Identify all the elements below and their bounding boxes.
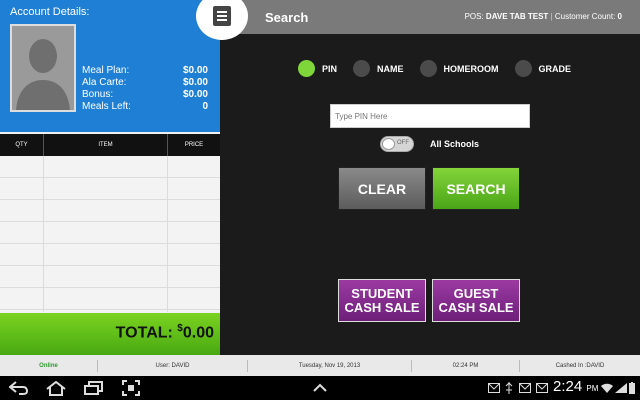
search-panel: PIN NAME HOMEROOM GRADE OFF All Schools … — [220, 34, 640, 355]
radio-pin[interactable]: PIN — [298, 60, 337, 77]
item-header: ITEM — [44, 134, 168, 156]
pin-search-input[interactable] — [330, 104, 530, 128]
radio-homeroom-label: HOMEROOM — [443, 63, 499, 74]
student-photo-placeholder-icon — [10, 24, 76, 112]
document-list-icon — [213, 6, 231, 26]
battery-icon — [628, 379, 636, 397]
all-schools-label: All Schools — [430, 139, 480, 149]
app-status-bar: Online User: DAVID Tuesday, Nov 19, 2013… — [0, 355, 640, 376]
top-bar: Search POS: DAVE TAB TEST | Customer Cou… — [220, 0, 640, 34]
meal-plan-value: $0.00 — [182, 65, 208, 76]
guest-cash-sale-line2: CASH SALE — [438, 299, 514, 315]
total-bar: TOTAL: $0.00 — [0, 313, 220, 355]
meals-left-row: Meals Left: 0 — [82, 101, 208, 113]
clock-time: 2:24 — [553, 378, 583, 395]
column-divider — [167, 156, 168, 312]
bonus-row: Bonus: $0.00 — [82, 89, 208, 101]
usb-icon — [504, 379, 514, 397]
pos-value: DAVE TAB TEST — [485, 12, 549, 21]
search-type-group: PIN NAME HOMEROOM GRADE — [298, 60, 571, 77]
account-details-panel: Account Details: Meal Plan: $0.00 Ala Ca… — [0, 0, 220, 132]
page-title: Search — [265, 10, 309, 25]
total-amount: TOTAL: $0.00 — [116, 323, 214, 342]
total-label: TOTAL: — [115, 324, 178, 342]
radio-unselected-icon — [419, 60, 437, 77]
account-title: Account Details: — [10, 6, 90, 18]
bonus-value: $0.00 — [182, 89, 208, 100]
qty-header: QTY — [0, 134, 44, 156]
meals-left-value: 0 — [202, 101, 208, 112]
meal-plan-label: Meal Plan: — [82, 65, 130, 76]
date-status: Tuesday, Nov 19, 2013 — [248, 359, 412, 372]
radio-unselected-icon — [353, 60, 371, 77]
radio-homeroom[interactable]: HOMEROOM — [419, 60, 499, 77]
time-status: 02:24 PM — [412, 359, 520, 372]
chevron-up-icon[interactable] — [310, 379, 330, 397]
customer-count-value: 0 — [617, 12, 622, 21]
radio-selected-icon — [298, 60, 315, 77]
bonus-label: Bonus: — [82, 89, 114, 100]
online-status: Online — [0, 359, 98, 372]
system-clock: 2:24 PM — [553, 378, 598, 395]
mail-icon — [518, 379, 532, 397]
customer-count-label: Customer Count: — [554, 12, 618, 21]
student-cash-sale-button[interactable]: STUDENT CASH SALE — [338, 279, 426, 322]
ala-carte-label: Ala Carte: — [82, 77, 127, 88]
radio-grade-label: GRADE — [538, 63, 572, 74]
account-balances: Meal Plan: $0.00 Ala Carte: $0.00 Bonus:… — [82, 65, 208, 113]
mail-icon — [535, 379, 549, 397]
radio-grade[interactable]: GRADE — [514, 60, 572, 77]
ala-carte-value: $0.00 — [182, 77, 208, 88]
student-cash-sale-line2: CASH SALE — [344, 299, 420, 315]
ala-carte-row: Ala Carte: $0.00 — [82, 77, 208, 89]
order-table-header: QTY ITEM PRICE — [0, 134, 220, 156]
total-value: 0.00 — [182, 324, 214, 342]
order-table-body[interactable] — [0, 156, 220, 312]
toggle-knob — [382, 138, 395, 150]
wifi-icon — [601, 379, 613, 397]
home-icon[interactable] — [44, 379, 68, 397]
clear-button[interactable]: CLEAR — [338, 167, 426, 210]
radio-name[interactable]: NAME — [353, 60, 404, 77]
cashed-in-status: Cashed In :DAVID — [555, 362, 605, 369]
order-panel: Account Details: Meal Plan: $0.00 Ala Ca… — [0, 0, 220, 355]
student-cash-sale-label: STUDENT CASH SALE — [344, 285, 420, 315]
user-status: User: DAVID — [98, 359, 248, 372]
radio-name-label: NAME — [377, 63, 404, 74]
back-icon[interactable] — [8, 379, 30, 397]
guest-cash-sale-label: GUEST CASH SALE — [438, 285, 514, 315]
guest-cash-sale-line1: GUEST — [453, 285, 499, 301]
all-schools-toggle[interactable]: OFF — [380, 136, 414, 152]
meal-plan-row: Meal Plan: $0.00 — [82, 65, 208, 77]
search-button[interactable]: SEARCH — [432, 167, 520, 210]
pos-label: POS: — [464, 12, 486, 21]
meals-left-label: Meals Left: — [82, 101, 131, 112]
toggle-state-label: OFF — [397, 140, 409, 146]
radio-pin-label: PIN — [322, 63, 338, 74]
screenshot-icon[interactable] — [121, 379, 141, 397]
price-header: PRICE — [184, 142, 204, 148]
pos-info: POS: DAVE TAB TEST | Customer Count: 0 — [464, 12, 622, 21]
system-nav-bar: 2:24 PM — [0, 376, 640, 400]
column-divider — [43, 156, 44, 312]
clock-ampm: PM — [586, 384, 599, 393]
mail-icon — [487, 379, 501, 397]
recent-apps-icon[interactable] — [83, 379, 105, 397]
guest-cash-sale-button[interactable]: GUEST CASH SALE — [432, 279, 520, 322]
signal-icon — [615, 379, 627, 397]
student-cash-sale-line1: STUDENT — [351, 285, 413, 301]
radio-unselected-icon — [514, 60, 532, 77]
